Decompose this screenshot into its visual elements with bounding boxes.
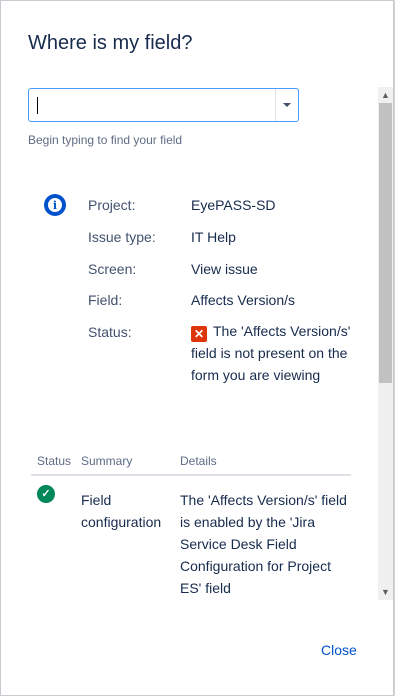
issue-type-label: Issue type:	[88, 229, 156, 245]
status-message: The 'Affects Version/s' field is not pre…	[191, 323, 351, 383]
check-icon: ✓	[37, 485, 55, 503]
error-icon: ✕	[191, 326, 207, 342]
dialog-content: Begin typing to find your field i Projec…	[1, 87, 378, 600]
column-header-status: Status	[37, 454, 72, 468]
screen-value: View issue	[191, 261, 258, 277]
project-label: Project:	[88, 197, 136, 213]
status-value: ✕ The 'Affects Version/s' field is not pr…	[191, 320, 361, 386]
column-header-details: Details	[180, 454, 217, 468]
row-details: The 'Affects Version/s' field is enabled…	[180, 492, 347, 596]
field-search-combobox[interactable]	[28, 88, 299, 122]
scrollbar-thumb[interactable]	[379, 103, 392, 383]
where-is-my-field-dialog: Where is my field? Begin typing to find …	[0, 0, 394, 696]
text-cursor	[37, 97, 38, 114]
row-summary: Field configuration	[81, 492, 162, 530]
field-search-input[interactable]	[29, 89, 275, 121]
scroll-down-arrow-icon[interactable]: ▼	[378, 585, 393, 599]
column-header-summary: Summary	[81, 454, 133, 468]
screen-label: Screen:	[88, 261, 137, 277]
info-icon: i	[44, 194, 66, 216]
dropdown-toggle[interactable]	[276, 89, 298, 121]
project-value: EyePASS-SD	[191, 197, 276, 213]
issue-type-value: IT Help	[191, 229, 236, 245]
close-button[interactable]: Close	[321, 642, 357, 658]
chevron-down-icon	[283, 103, 291, 107]
field-label: Field:	[88, 292, 123, 308]
status-label: Status:	[88, 324, 132, 340]
field-value: Affects Version/s	[191, 292, 296, 308]
dialog-title: Where is my field?	[28, 32, 193, 54]
scroll-up-arrow-icon[interactable]: ▲	[378, 88, 393, 102]
search-hint: Begin typing to find your field	[28, 133, 183, 147]
table-header-divider	[31, 474, 351, 476]
content-scrollbar[interactable]: ▲ ▼	[378, 87, 393, 600]
